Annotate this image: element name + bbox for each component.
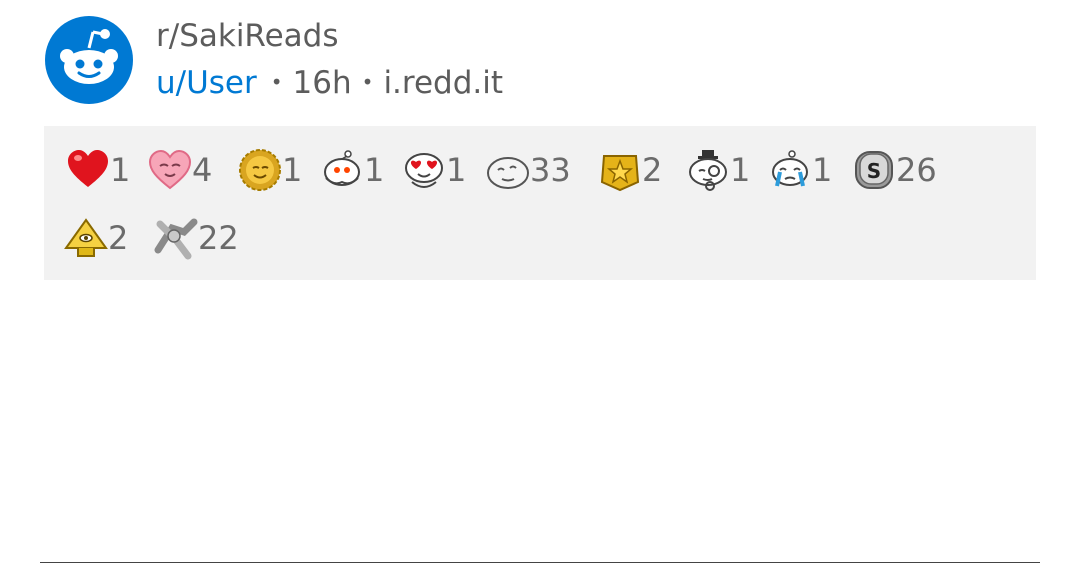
award-count: 1 (110, 151, 131, 189)
award-count: 2 (642, 151, 663, 189)
award-item[interactable]: 1 (66, 148, 130, 192)
award-count: 26 (896, 151, 937, 189)
award-count: 1 (282, 151, 303, 189)
award-item[interactable]: 1 (320, 148, 384, 192)
wholesome-heart-icon (148, 149, 192, 190)
snoo-icon (60, 29, 118, 84)
sun-face-icon (239, 149, 281, 191)
award-item[interactable]: 1 (402, 148, 466, 192)
post-meta: u/User • 16h • i.redd.it (156, 64, 503, 104)
award-count: 1 (812, 151, 833, 189)
snoo-hugs-icon (324, 150, 360, 186)
post-domain[interactable]: i.redd.it (383, 65, 503, 101)
snoo-crying-icon (772, 150, 808, 187)
award-item[interactable]: 1 (238, 148, 302, 192)
post-age: 16h (292, 65, 352, 101)
post-header: r/SakiReads u/User • 16h • i.redd.it (0, 0, 1080, 120)
award-count: 2 (108, 219, 129, 257)
award-item[interactable]: 22 (154, 216, 239, 260)
snoo-monocle-icon (689, 150, 727, 191)
separator-dot: • (270, 69, 283, 94)
blob-face-icon (487, 157, 529, 189)
award-item[interactable]: S 26 (852, 148, 937, 192)
award-count: 4 (192, 151, 213, 189)
award-count: 33 (530, 151, 571, 189)
award-count: 1 (446, 151, 467, 189)
separator-dot: • (361, 69, 374, 94)
award-item[interactable]: 2 (64, 216, 128, 260)
subreddit-avatar[interactable] (45, 16, 133, 104)
handshake-icon (154, 218, 198, 260)
awards-strip[interactable]: 1 4 1 1 1 33 2 1 1 S 26 2 22 (44, 126, 1036, 280)
author-link[interactable]: u/User (156, 65, 257, 101)
silver-coin-icon: S (855, 151, 893, 189)
subreddit-name[interactable]: r/SakiReads (156, 18, 338, 54)
award-item[interactable]: 1 (686, 148, 750, 192)
gold-pyramid-icon (64, 218, 108, 257)
award-count: 1 (730, 151, 751, 189)
award-count: 22 (198, 219, 239, 257)
snoo-love-eyes-icon (405, 153, 443, 188)
award-item[interactable]: 2 (598, 148, 662, 192)
award-item[interactable]: 33 (486, 148, 571, 192)
award-item[interactable]: 4 (148, 148, 212, 192)
svg-text:S: S (867, 159, 881, 183)
award-count: 1 (364, 151, 385, 189)
award-item[interactable]: 1 (768, 148, 832, 192)
divider (40, 562, 1040, 563)
heart-icon (68, 150, 108, 187)
gold-star-badge-icon (600, 155, 640, 192)
